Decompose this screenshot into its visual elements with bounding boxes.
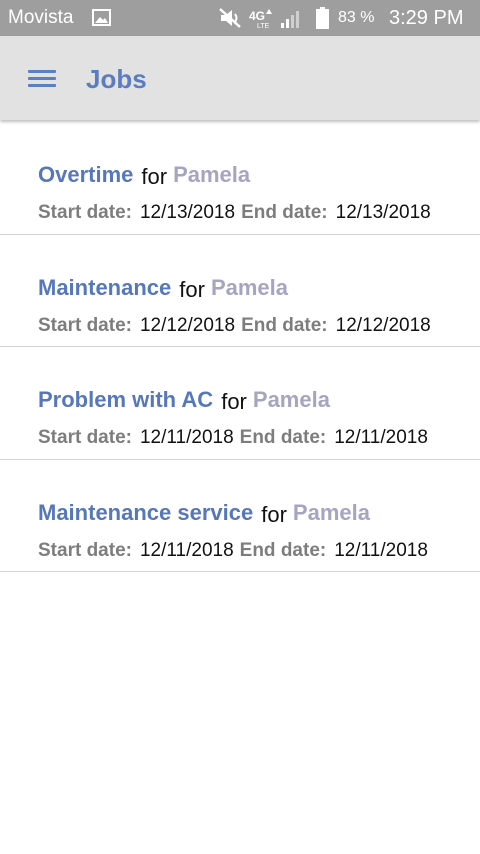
job-dates: Start date: 12/12/2018 End date: 12/12/2018 — [38, 315, 437, 337]
job-title-line: Maintenance service for Pamela — [38, 499, 370, 527]
battery-icon — [316, 7, 329, 29]
job-name: Maintenance — [38, 274, 172, 300]
end-date-value: 12/13/2018 — [335, 202, 431, 223]
job-dates: Start date: 12/13/2018 End date: 12/13/2018 — [38, 202, 437, 224]
end-date-value: 12/11/2018 — [334, 427, 428, 448]
job-list-item[interactable]: Overtime for Pamela Start date: 12/13/2018 E… — [0, 122, 480, 235]
job-for-text: for — [141, 164, 168, 189]
svg-text:4G: 4G — [249, 9, 265, 23]
start-date-label: Start date: — [38, 539, 132, 561]
job-list: Overtime for Pamela Start date: 12/13/2018 E… — [0, 122, 480, 572]
job-title-line: Maintenance for Pamela — [38, 274, 289, 302]
job-list-item[interactable]: Problem with AC for Pamela Start date: 12/1… — [0, 347, 480, 460]
job-name: Overtime — [38, 162, 134, 187]
job-name: Maintenance service — [38, 499, 254, 525]
start-date-value: 12/11/2018 — [139, 427, 234, 448]
end-date-label: End date: — [239, 427, 327, 448]
carrier-name: Movista — [8, 7, 74, 28]
job-list-item[interactable]: Maintenance for Pamela Start date: 12/12/20… — [0, 235, 480, 347]
hamburger-menu-icon[interactable] — [28, 68, 56, 88]
status-bar: Movista 4G LTE 83 % 3:29 PM — [0, 0, 480, 36]
svg-text:LTE: LTE — [257, 23, 270, 29]
app-bar: Jobs — [0, 36, 480, 120]
job-dates: Start date: 12/11/2018 End date: 12/11/2018 — [38, 427, 434, 449]
job-list-item[interactable]: Maintenance service for Pamela Start date:… — [0, 460, 480, 572]
job-title-line: Overtime for Pamela — [38, 162, 251, 189]
end-date-label: End date: — [239, 539, 327, 561]
signal-icon — [281, 11, 299, 28]
job-person: Pamela — [173, 162, 251, 187]
job-name: Problem with AC — [38, 387, 214, 412]
job-for-text: for — [221, 389, 247, 414]
job-dates: Start date: 12/11/2018 End date: 12/11/2018 — [38, 540, 434, 562]
start-date-value: 12/12/2018 — [139, 314, 236, 336]
battery-percentage: 83 % — [338, 9, 375, 26]
job-for-text: for — [179, 276, 205, 302]
job-for-text: for — [261, 501, 287, 527]
end-date-label: End date: — [241, 314, 328, 336]
start-date-value: 12/13/2018 — [139, 202, 236, 223]
page-title: Jobs — [86, 64, 147, 94]
job-person: Pamela — [210, 274, 289, 300]
start-date-value: 12/11/2018 — [139, 539, 234, 561]
job-title-line: Problem with AC for Pamela — [38, 387, 330, 414]
mute-icon — [219, 8, 241, 28]
gallery-icon — [92, 9, 111, 26]
end-date-value: 12/11/2018 — [334, 539, 428, 561]
start-date-label: Start date: — [38, 202, 132, 223]
start-date-label: Start date: — [38, 314, 132, 336]
job-person: Pamela — [252, 387, 330, 412]
start-date-label: Start date: — [38, 427, 132, 448]
end-date-label: End date: — [241, 202, 328, 223]
end-date-value: 12/12/2018 — [335, 314, 431, 336]
lte-icon: 4G LTE — [249, 9, 272, 29]
clock: 3:29 PM — [389, 7, 464, 29]
job-person: Pamela — [292, 499, 370, 525]
